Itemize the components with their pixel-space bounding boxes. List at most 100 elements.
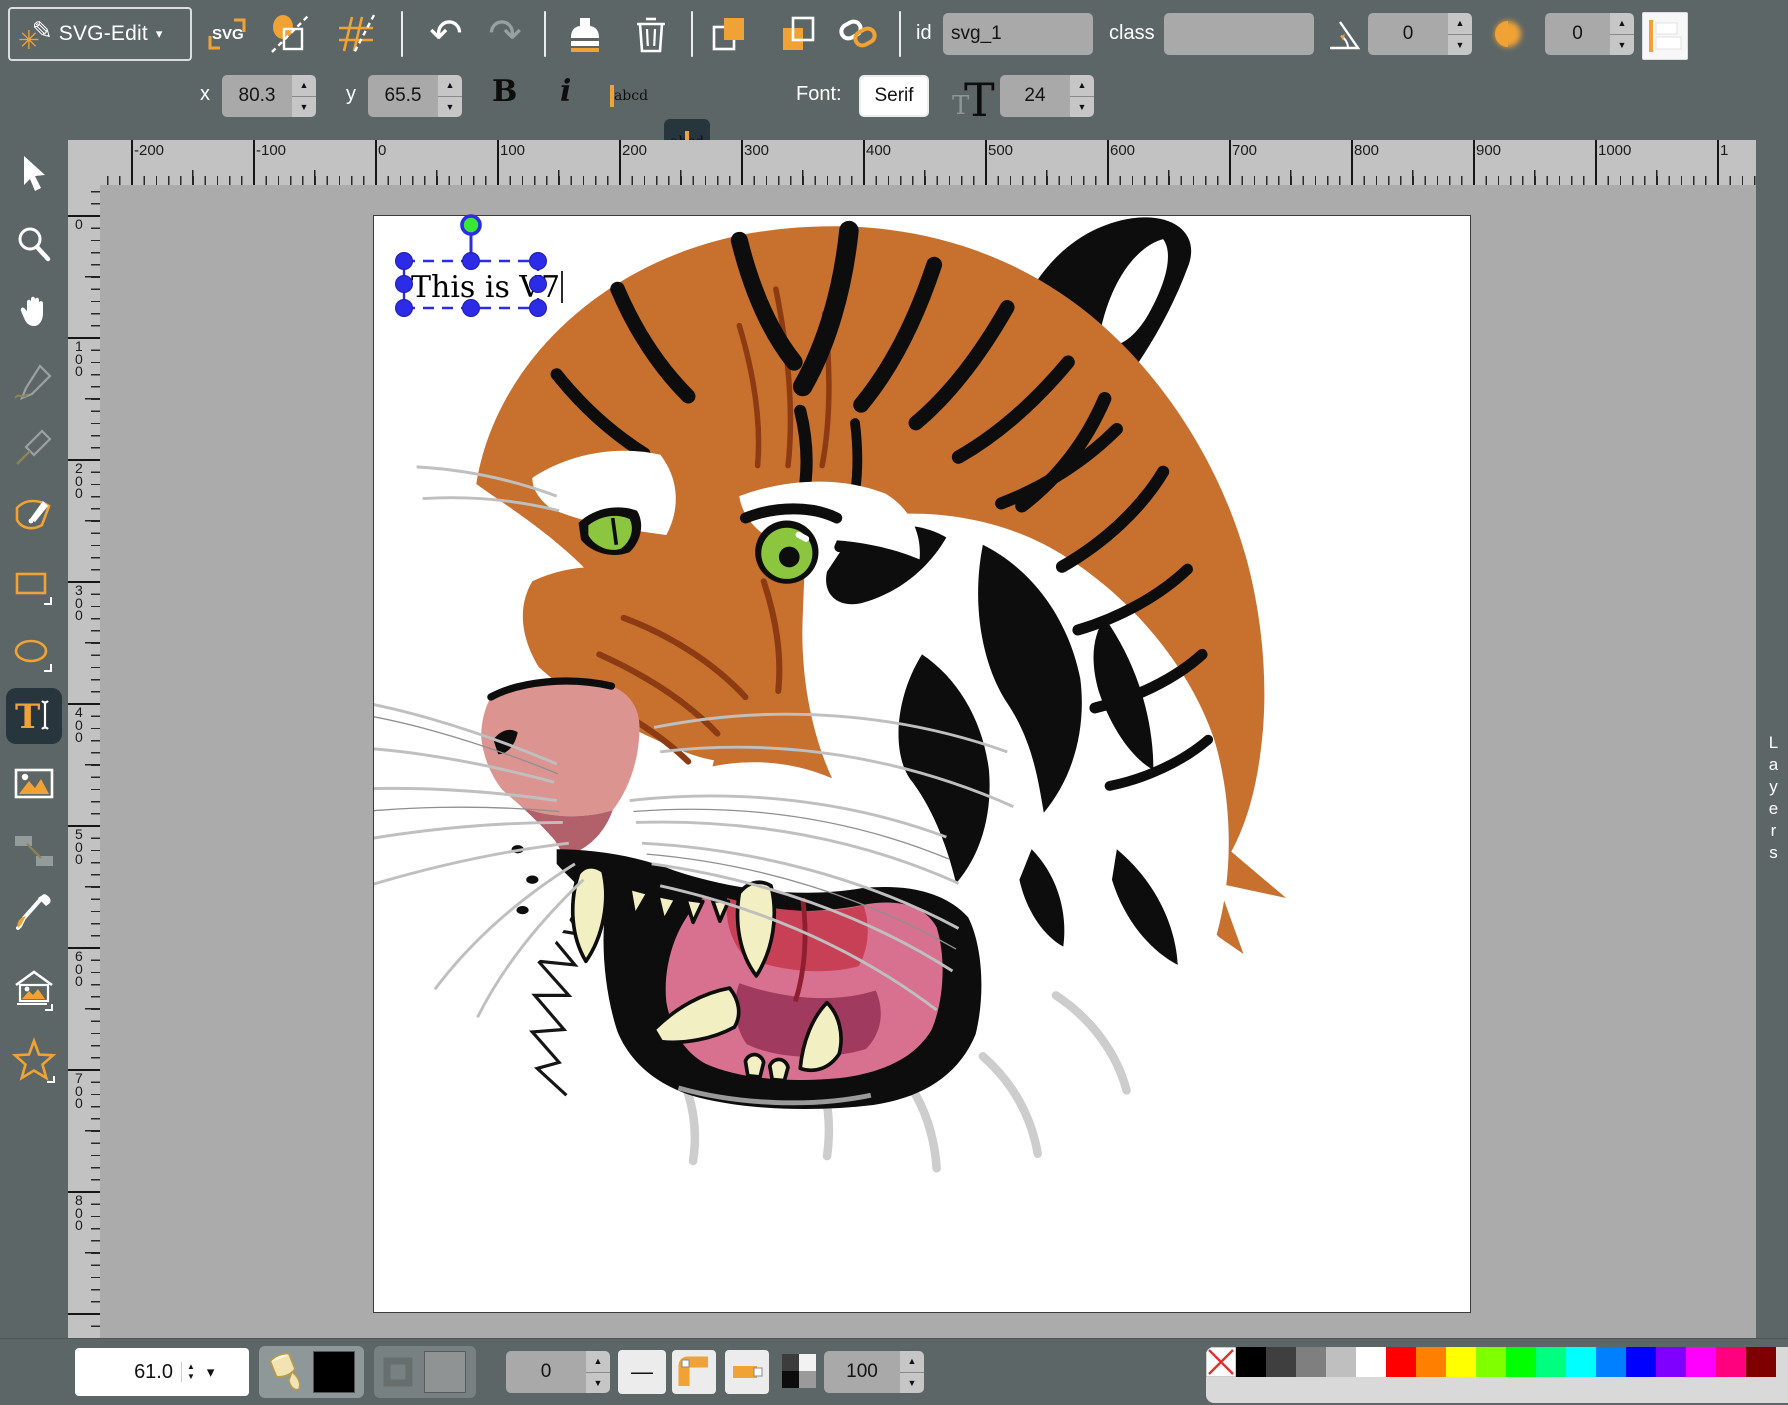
spin-down-icon[interactable]: ▼	[292, 97, 316, 118]
text-align-button[interactable]	[1642, 12, 1688, 60]
resize-handle-ne[interactable]	[530, 253, 547, 270]
italic-button[interactable]: i	[560, 74, 571, 109]
select-tool[interactable]	[6, 145, 62, 201]
layers-panel-toggle[interactable]: Layers	[1756, 125, 1788, 1338]
stroke-width-spinner[interactable]: ▲ ▼	[586, 1351, 610, 1393]
undo-button[interactable]: ↶	[420, 8, 472, 60]
wireframe-button[interactable]	[264, 8, 316, 60]
zoom-tool[interactable]	[6, 216, 62, 272]
source-editor-button[interactable]: SVG	[201, 8, 253, 60]
palette-swatch[interactable]	[1326, 1347, 1356, 1377]
line-tool[interactable]	[6, 419, 62, 475]
spin-down-icon[interactable]: ▼	[1448, 35, 1472, 56]
palette-swatch[interactable]	[1656, 1347, 1686, 1377]
font-size-input[interactable]	[1000, 75, 1070, 117]
x-input[interactable]	[222, 75, 292, 117]
spin-up-icon[interactable]: ▲	[1070, 75, 1094, 97]
spin-down-icon[interactable]: ▼	[187, 1372, 195, 1382]
palette-swatch[interactable]	[1476, 1347, 1506, 1377]
path-tool[interactable]	[6, 487, 62, 543]
y-spinner[interactable]: ▲ ▼	[438, 75, 462, 117]
spin-down-icon[interactable]: ▼	[1070, 97, 1094, 118]
stroke-width-input[interactable]	[506, 1351, 586, 1393]
resize-handle-w[interactable]	[396, 276, 413, 293]
resize-handle-se[interactable]	[530, 300, 547, 317]
layers-panel-title[interactable]: Layers	[1763, 733, 1783, 865]
text-tool[interactable]: T	[6, 688, 62, 744]
svg-canvas[interactable]: This is V7	[373, 215, 1471, 1313]
connector-tool[interactable]	[6, 823, 62, 879]
spin-down-icon[interactable]: ▼	[900, 1373, 924, 1394]
eyedropper-tool[interactable]	[6, 885, 62, 941]
palette-swatch[interactable]	[1596, 1347, 1626, 1377]
opacity-spinner[interactable]: ▲ ▼	[900, 1351, 924, 1393]
angle-input[interactable]	[1368, 13, 1448, 55]
font-family-button[interactable]: Serif	[861, 77, 927, 115]
linejoin-button[interactable]	[672, 1350, 716, 1394]
move-top-button[interactable]	[703, 8, 755, 60]
spin-up-icon[interactable]: ▲	[292, 75, 316, 97]
spin-up-icon[interactable]: ▲	[438, 75, 462, 97]
stroke-style-button[interactable]: —	[618, 1350, 666, 1394]
resize-handle-s[interactable]	[463, 300, 480, 317]
angle-spinner[interactable]: ▲ ▼	[1448, 13, 1472, 55]
id-input[interactable]	[943, 13, 1093, 55]
palette-swatch[interactable]	[1296, 1347, 1326, 1377]
tiger-artwork[interactable]	[374, 216, 1470, 1312]
palette-swatch[interactable]	[1416, 1347, 1446, 1377]
link-button[interactable]	[832, 8, 884, 60]
stroke-color-swatch[interactable]	[424, 1351, 466, 1393]
star-tool[interactable]	[6, 1032, 62, 1088]
palette-swatch[interactable]	[1236, 1347, 1266, 1377]
palette-swatch[interactable]	[1356, 1347, 1386, 1377]
palette-swatch[interactable]	[1686, 1347, 1716, 1377]
zoom-dropdown-caret[interactable]: ▾	[207, 1363, 215, 1381]
spin-up-icon[interactable]: ▲	[586, 1351, 610, 1373]
palette-swatch[interactable]	[1716, 1347, 1746, 1377]
palette-swatch[interactable]	[1626, 1347, 1656, 1377]
zoom-control[interactable]: ▲ ▼ ▾	[75, 1348, 249, 1396]
class-input[interactable]	[1164, 13, 1314, 55]
spin-down-icon[interactable]: ▼	[438, 97, 462, 118]
spin-up-icon[interactable]: ▲	[1610, 13, 1634, 35]
resize-handle-sw[interactable]	[396, 300, 413, 317]
zoom-input[interactable]	[75, 1360, 175, 1385]
resize-handle-e[interactable]	[530, 276, 547, 293]
palette-swatch[interactable]	[1536, 1347, 1566, 1377]
zoom-spinner[interactable]: ▲ ▼	[181, 1362, 195, 1382]
clone-button[interactable]	[559, 8, 611, 60]
pencil-tool[interactable]	[6, 354, 62, 410]
palette-swatch[interactable]	[1746, 1347, 1776, 1377]
font-size-spinner[interactable]: ▲ ▼	[1070, 75, 1094, 117]
spin-up-icon[interactable]: ▲	[187, 1362, 195, 1372]
x-spinner[interactable]: ▲ ▼	[292, 75, 316, 117]
fill-color-swatch[interactable]	[313, 1351, 355, 1393]
rect-tool[interactable]	[6, 559, 62, 615]
pan-tool[interactable]	[6, 282, 62, 338]
spin-down-icon[interactable]: ▼	[1610, 35, 1634, 56]
palette-none-swatch[interactable]	[1206, 1347, 1236, 1377]
y-input[interactable]	[368, 75, 438, 117]
blur-input[interactable]	[1545, 13, 1610, 55]
rotate-handle[interactable]	[462, 216, 480, 234]
workspace[interactable]: This is V7	[100, 185, 1756, 1338]
resize-handle-nw[interactable]	[396, 253, 413, 270]
delete-button[interactable]	[625, 8, 677, 60]
library-tool[interactable]	[6, 962, 62, 1018]
spin-up-icon[interactable]: ▲	[1448, 13, 1472, 35]
ellipse-tool[interactable]	[6, 626, 62, 682]
palette-swatch[interactable]	[1566, 1347, 1596, 1377]
resize-handle-n[interactable]	[463, 253, 480, 270]
palette-swatch[interactable]	[1386, 1347, 1416, 1377]
spin-down-icon[interactable]: ▼	[586, 1373, 610, 1394]
move-bottom-button[interactable]	[772, 8, 824, 60]
main-menu-button[interactable]: ✳ ✎ SVG-Edit ▾	[8, 7, 192, 61]
blur-spinner[interactable]: ▲ ▼	[1610, 13, 1634, 55]
palette-swatch[interactable]	[1266, 1347, 1296, 1377]
opacity-input[interactable]	[824, 1351, 900, 1393]
palette-swatch[interactable]	[1506, 1347, 1536, 1377]
grid-button[interactable]	[330, 8, 382, 60]
bold-button[interactable]: B	[492, 74, 517, 109]
anchor-start-button[interactable]: abcd	[608, 73, 654, 119]
redo-button[interactable]: ↷	[479, 8, 531, 60]
